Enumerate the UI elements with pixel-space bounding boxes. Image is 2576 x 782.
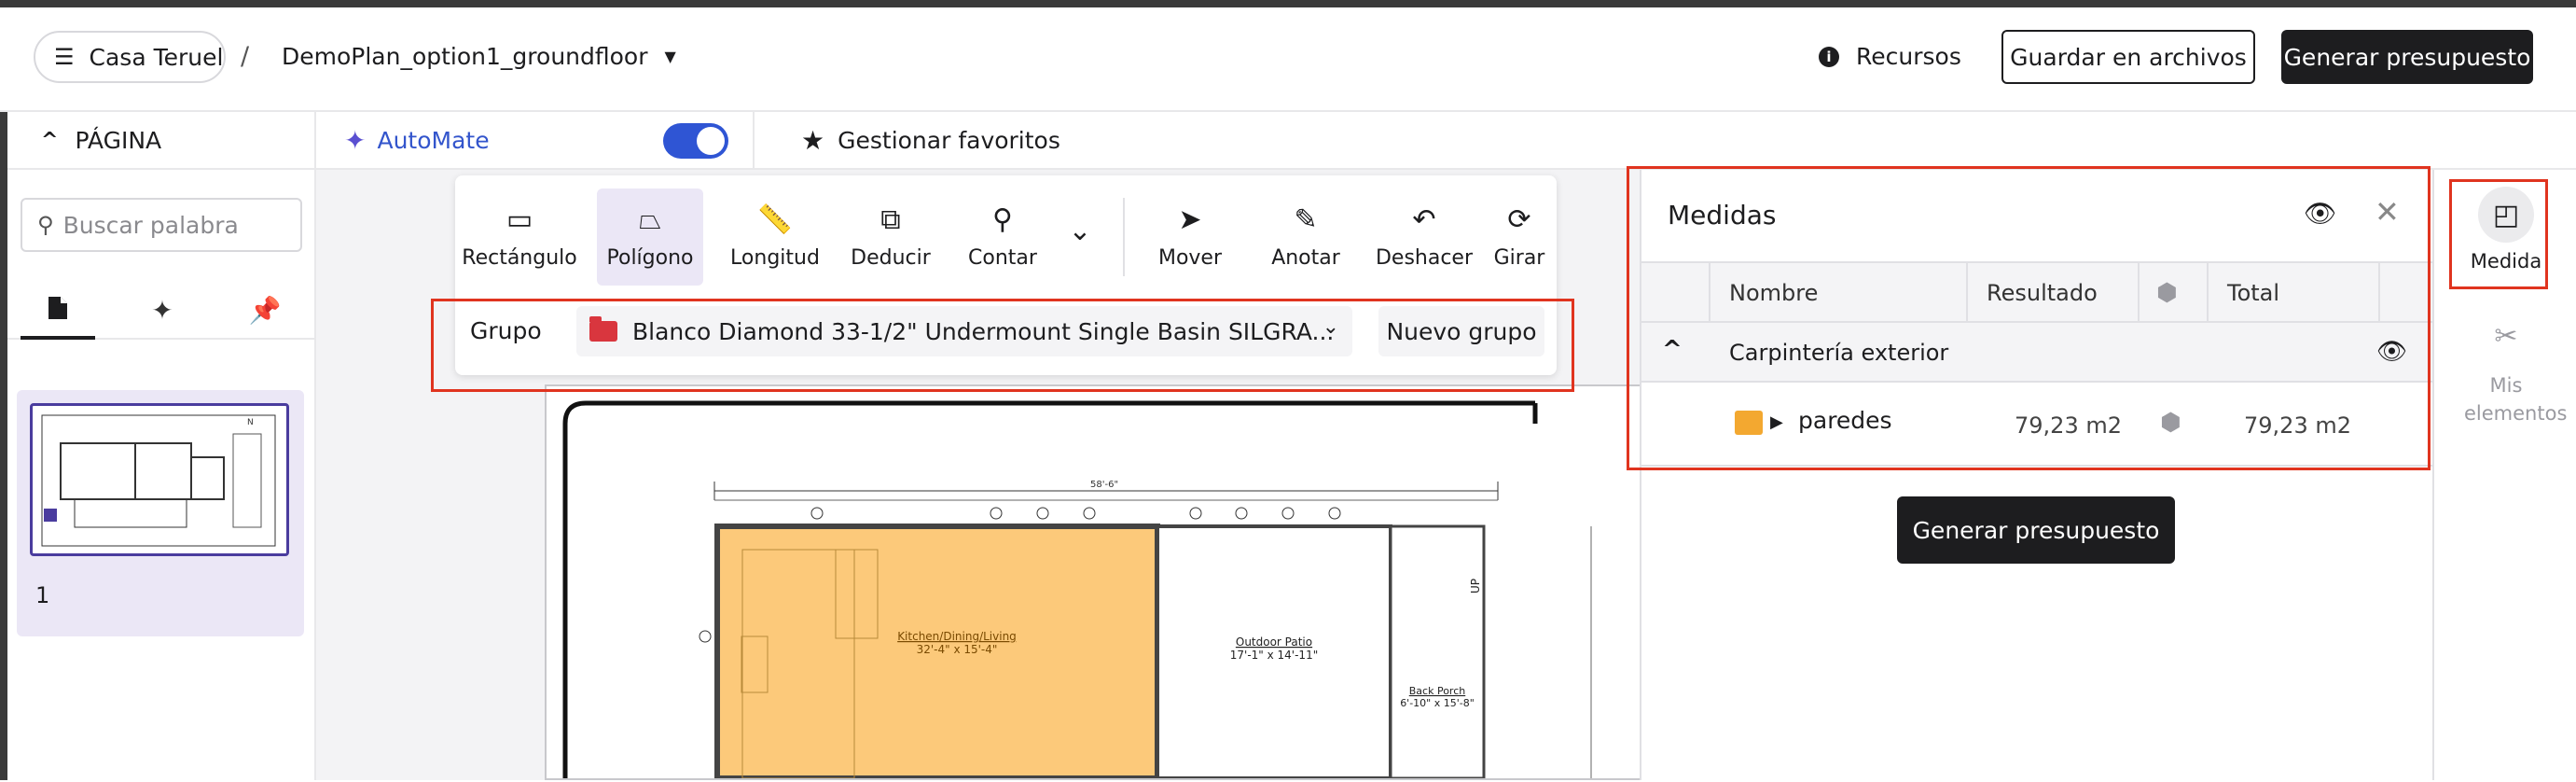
page-thumbnail[interactable]: N	[30, 403, 289, 556]
window-top-band	[0, 0, 2576, 7]
tab-pinned[interactable]: 📌	[228, 280, 302, 340]
resources-link[interactable]: i Recursos	[1819, 43, 1961, 70]
overall-dimension: 58'-6"	[1090, 480, 1118, 490]
star-icon: ★	[801, 125, 825, 156]
tool-rotate[interactable]: ⟳ Girar	[1487, 189, 1552, 286]
info-icon: i	[1819, 46, 1839, 67]
rail-my-elements-label: Mis elementos	[2464, 374, 2568, 425]
highlight-box-measurements	[1627, 166, 2431, 470]
tool-undo[interactable]: ↶ Deshacer	[1373, 189, 1475, 286]
plan-selector[interactable]: DemoPlan_option1_groundfloor ▼	[282, 43, 676, 70]
tool-label: Deducir	[851, 245, 931, 270]
tab-pages[interactable]	[21, 280, 95, 340]
search-placeholder: Buscar palabra	[62, 211, 239, 239]
toolbar-divider	[1123, 198, 1125, 276]
sidebar-tabs: ✦ 📌	[7, 280, 316, 340]
resources-label: Recursos	[1856, 43, 1961, 70]
tool-label: Longitud	[730, 245, 820, 270]
header: ☰ Casa Teruel / DemoPlan_option1_groundf…	[0, 7, 2576, 112]
page-section-title: PÁGINA	[75, 126, 162, 154]
divider	[753, 112, 755, 170]
tool-annotate[interactable]: ✎ Anotar	[1259, 189, 1352, 286]
floorplan-thumbnail: N	[41, 414, 276, 547]
automate-toggle[interactable]	[663, 123, 728, 159]
tool-deduct[interactable]: ⧉ Deducir	[839, 189, 942, 286]
tool-length[interactable]: 📏 Longitud	[724, 189, 826, 286]
tool-label: Girar	[1493, 245, 1545, 270]
project-menu-button[interactable]: ☰ Casa Teruel	[34, 31, 226, 83]
automate-label-group: ✦ AutoMate	[344, 125, 490, 156]
pin-icon: 📌	[248, 294, 282, 326]
room-label-patio: Outdoor Patio	[1236, 635, 1312, 649]
svg-text:N: N	[247, 418, 254, 427]
page-section-header[interactable]: ^ PÁGINA	[7, 112, 316, 170]
rectangle-icon: ▭	[506, 202, 533, 236]
ruler-icon: 📏	[757, 202, 793, 236]
window-left-edge	[0, 112, 7, 780]
save-files-button[interactable]: Guardar en archivos	[2001, 30, 2255, 84]
tool-label: Polígono	[606, 245, 694, 270]
highlight-box-group	[431, 299, 1574, 392]
tool-label: Contar	[968, 245, 1037, 270]
tool-polygon[interactable]: ⏢ Polígono	[597, 189, 703, 286]
tool-label: Mover	[1157, 245, 1223, 270]
tool-label: Rectángulo	[462, 245, 577, 270]
room-label-porch: Back Porch	[1409, 685, 1466, 697]
automate-label: AutoMate	[377, 127, 490, 154]
left-sidebar: ^ PÁGINA ⚲ Buscar palabra ✦ 📌 N 1	[7, 112, 316, 780]
panel-generate-budget-button[interactable]: Generar presupuesto	[1897, 496, 2175, 564]
plan-name: DemoPlan_option1_groundfloor	[282, 43, 648, 70]
tab-ai[interactable]: ✦	[125, 280, 200, 340]
undo-icon: ↶	[1412, 202, 1436, 236]
room-label-kitchen: Kitchen/Dining/Living	[897, 630, 1017, 643]
automate-sparkle-icon: ✦	[344, 125, 367, 156]
manage-favorites-button[interactable]: ★ Gestionar favoritos	[801, 125, 1060, 156]
hamburger-icon: ☰	[54, 44, 75, 70]
rotate-icon: ⟳	[1507, 202, 1531, 236]
count-icon: ⚲	[992, 202, 1013, 236]
stair-up-label: UP	[1469, 579, 1482, 593]
caret-down-icon: ▼	[664, 48, 676, 65]
polygon-icon: ⏢	[639, 202, 661, 236]
tool-move[interactable]: ➤ Mover	[1143, 189, 1237, 286]
tool-label: Deshacer	[1375, 245, 1474, 270]
search-input[interactable]: ⚲ Buscar palabra	[21, 198, 302, 252]
sparkle-icon: ✦	[151, 294, 173, 326]
highlight-box-rail	[2449, 179, 2548, 289]
deduct-icon: ⧉	[880, 202, 901, 236]
cursor-icon: ➤	[1178, 202, 1202, 236]
toggle-knob	[697, 127, 725, 155]
favorites-label: Gestionar favoritos	[838, 127, 1060, 154]
tool-rectangle[interactable]: ▭ Rectángulo	[462, 189, 576, 286]
room-dims-porch: 6'-10" x 15'-8"	[1400, 697, 1475, 709]
pen-icon: ✎	[1294, 202, 1318, 236]
rail-my-elements[interactable]: ✂ Mis elementos	[2434, 308, 2576, 427]
sub-toolbar: ✦ AutoMate ★ Gestionar favoritos	[316, 112, 2576, 170]
room-dims-kitchen: 32'-4" x 15'-4"	[917, 643, 998, 656]
generate-budget-button[interactable]: Generar presupuesto	[2281, 30, 2533, 84]
room-dims-patio: 17'-1" x 14'-11"	[1230, 649, 1318, 662]
breadcrumb-separator: /	[241, 42, 250, 71]
chevron-up-icon: ^	[41, 128, 59, 152]
document-icon	[48, 297, 67, 319]
tools-icon: ✂	[2494, 319, 2518, 353]
page-thumbnail-card[interactable]: N 1	[17, 390, 304, 636]
search-icon: ⚲	[37, 212, 54, 238]
page-number: 1	[35, 582, 50, 608]
project-label: Casa Teruel	[89, 43, 224, 71]
tools-more-dropdown[interactable]: ⌄	[1054, 189, 1106, 286]
chevron-down-icon: ⌄	[1068, 215, 1092, 247]
tool-count[interactable]: ⚲ Contar	[951, 189, 1054, 286]
tool-label: Anotar	[1271, 245, 1340, 270]
